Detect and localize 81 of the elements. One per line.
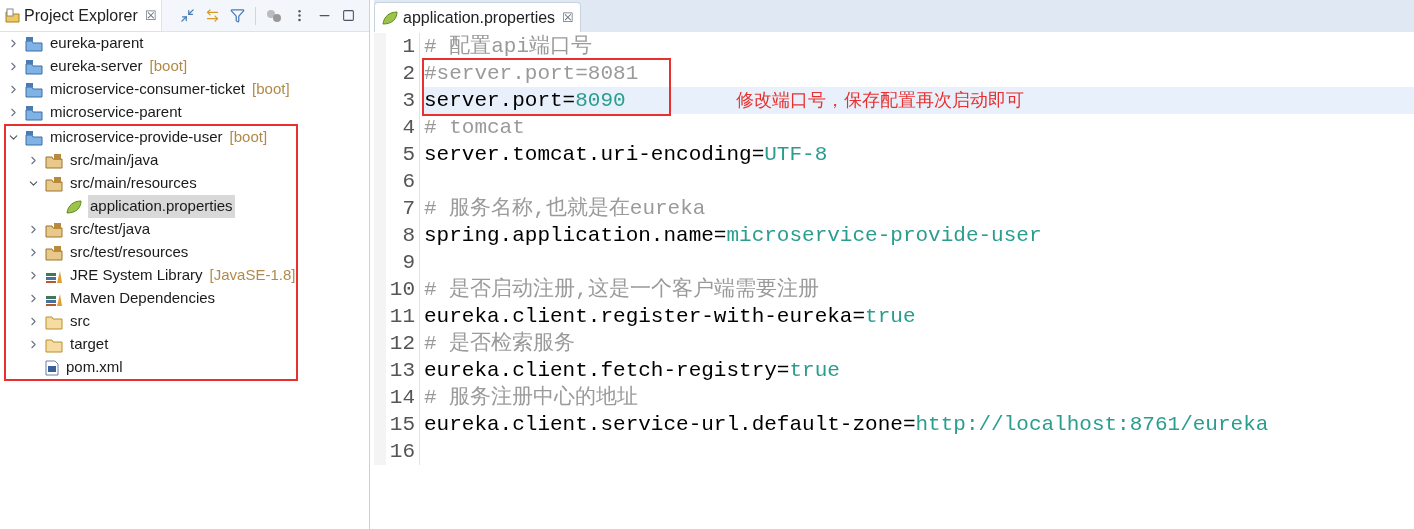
- editor-tab[interactable]: application.properties ☒: [374, 2, 582, 32]
- tree-item[interactable]: microservice-consumer-ticket: [48, 78, 248, 101]
- code-text: server.tomcat.uri-encoding=: [424, 142, 765, 166]
- package-folder-icon: [45, 152, 63, 169]
- project-folder-icon: [25, 35, 43, 52]
- code-text: # tomcat: [424, 115, 525, 139]
- project-folder-icon: [25, 104, 43, 121]
- line-number: 9: [401, 249, 415, 276]
- tree-item[interactable]: src/main/resources: [68, 172, 199, 195]
- tree-item[interactable]: Maven Dependencies: [68, 287, 218, 310]
- code-text: # 是否启动注册,这是一个客户端需要注册: [424, 277, 819, 301]
- xml-file-icon: [45, 359, 59, 376]
- code-text: eureka.client.service-url.default-zone=: [424, 412, 916, 436]
- code-text: http://localhost:8761/eureka: [915, 412, 1269, 436]
- dots-cluster-icon[interactable]: [266, 8, 282, 23]
- tree-item-decoration: [boot]: [252, 79, 290, 100]
- project-folder-icon: [25, 81, 43, 98]
- panel-title: Project Explorer: [24, 5, 138, 26]
- package-folder-icon: [45, 221, 63, 238]
- code-text: # 服务名称,也就是在eureka: [424, 196, 706, 220]
- code-text: server.port=: [424, 88, 576, 112]
- tree-item-decoration: [JavaSE-1.8]: [209, 265, 296, 286]
- tree-item[interactable]: src/test/java: [68, 218, 153, 241]
- line-number: 8: [401, 222, 415, 249]
- code-text: eureka.client.fetch-registry=: [424, 358, 790, 382]
- folder-icon: [45, 313, 63, 330]
- code-text: microservice-provide-user: [726, 223, 1042, 247]
- line-number: 7: [401, 195, 415, 222]
- line-number: 1: [401, 33, 415, 60]
- explorer-tab[interactable]: Project Explorer ☒: [0, 0, 162, 31]
- tree-item[interactable]: application.properties: [88, 195, 235, 218]
- line-number: 3: [401, 87, 415, 114]
- collapse-all-icon[interactable]: [180, 8, 195, 23]
- code-text: eureka.client.register-with-eureka=: [424, 304, 866, 328]
- tree-item[interactable]: src/test/resources: [68, 241, 191, 264]
- tree-item[interactable]: eureka-parent: [48, 32, 146, 55]
- tree-item[interactable]: pom.xml: [64, 356, 125, 379]
- tree-item[interactable]: target: [68, 333, 111, 356]
- code-text: spring.application.name=: [424, 223, 727, 247]
- tree-item[interactable]: src/main/java: [68, 149, 161, 172]
- line-number: 16: [388, 438, 415, 465]
- tab-title: application.properties: [403, 7, 556, 28]
- project-folder-icon: [25, 129, 43, 146]
- tree-item[interactable]: JRE System Library: [68, 264, 205, 287]
- annotation-note: 修改端口号，保存配置再次启动即可: [735, 89, 1024, 112]
- code-text: 8090: [575, 88, 626, 112]
- tree-item[interactable]: microservice-parent: [48, 101, 184, 124]
- package-folder-icon: [45, 175, 63, 192]
- link-editor-icon[interactable]: [205, 8, 220, 23]
- tree-item-decoration: [boot]: [229, 127, 268, 148]
- leaf-icon: [381, 9, 399, 26]
- filter-icon[interactable]: [230, 8, 245, 23]
- code-text: UTF-8: [764, 142, 828, 166]
- code-text: #server.port=8081: [424, 61, 639, 85]
- project-folder-icon: [25, 58, 43, 75]
- line-number: 13: [388, 357, 415, 384]
- close-icon[interactable]: ☒: [144, 5, 157, 26]
- code-text: # 是否检索服务: [424, 331, 576, 355]
- folder-icon: [45, 336, 63, 353]
- code-text: # 配置api端口号: [424, 34, 592, 58]
- tree-item[interactable]: eureka-server: [48, 55, 145, 78]
- line-number: 5: [401, 141, 415, 168]
- line-number: 2: [401, 60, 415, 87]
- line-number: 12: [388, 330, 415, 357]
- line-number: 10: [388, 276, 415, 303]
- line-number: 14: [388, 384, 415, 411]
- line-number: 11: [388, 303, 415, 330]
- package-folder-icon: [45, 244, 63, 261]
- tree-item[interactable]: microservice-provide-user: [48, 126, 225, 149]
- line-number: 15: [388, 411, 415, 438]
- code-text: # 服务注册中心的地址: [424, 385, 639, 409]
- maximize-icon[interactable]: [342, 9, 355, 22]
- line-number: 4: [401, 114, 415, 141]
- code-text: true: [789, 358, 840, 382]
- code-text: true: [865, 304, 916, 328]
- leaf-icon: [65, 198, 83, 215]
- tree-item[interactable]: src: [68, 310, 92, 333]
- line-number: 6: [401, 168, 415, 195]
- explorer-icon: [4, 7, 20, 24]
- tree-item-decoration: [boot]: [149, 56, 188, 77]
- close-icon[interactable]: ☒: [562, 7, 575, 28]
